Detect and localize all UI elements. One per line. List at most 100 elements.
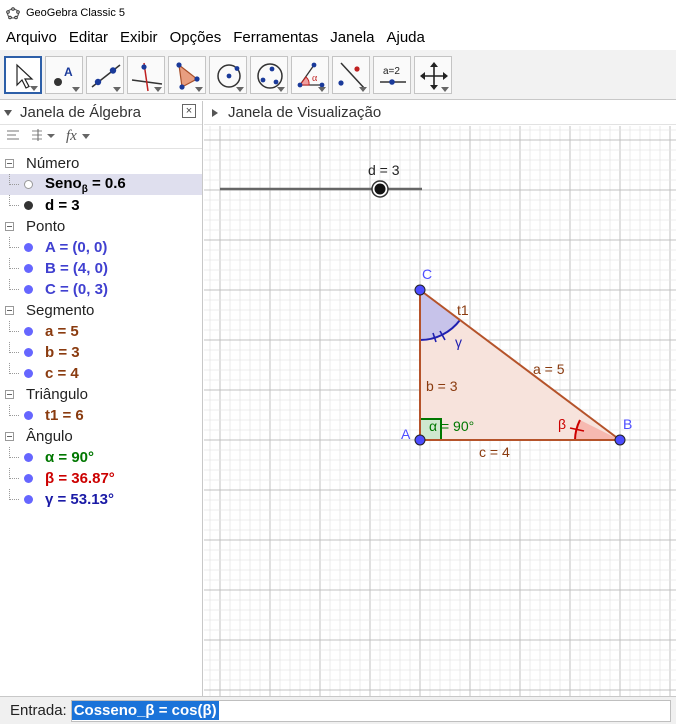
algebra-view-header: Janela de Álgebra × bbox=[0, 101, 202, 125]
algebra-item[interactable]: Senoβ = 0.6 bbox=[0, 174, 202, 195]
toolbar: A α a=2 bbox=[0, 50, 676, 100]
algebra-item-value: γ = 53.13° bbox=[45, 491, 114, 508]
point-b[interactable] bbox=[614, 434, 626, 446]
algebra-item-value: a = 5 bbox=[45, 323, 79, 340]
category-segmento[interactable]: Segmento bbox=[0, 300, 202, 321]
title-bar: GeoGebra Classic 5 bbox=[0, 0, 676, 26]
visibility-toggle-icon[interactable] bbox=[24, 474, 33, 483]
algebra-item[interactable]: α = 90° bbox=[0, 447, 202, 468]
algebra-item-value: A = (0, 0) bbox=[45, 239, 108, 256]
algebra-item[interactable]: B = (4, 0) bbox=[0, 258, 202, 279]
category-numero[interactable]: Número bbox=[0, 153, 202, 174]
tool-dropdown-icon bbox=[318, 86, 326, 92]
algebra-item[interactable]: c = 4 bbox=[0, 363, 202, 384]
item-rest: = 0.6 bbox=[87, 174, 126, 192]
tree-connector bbox=[9, 447, 19, 458]
polygon-tool-button[interactable] bbox=[168, 55, 206, 94]
visibility-toggle-icon[interactable] bbox=[24, 348, 33, 357]
tool-dropdown-icon bbox=[30, 85, 38, 91]
graphics-view: Janela de Visualização d = 3 C A B t1 a … bbox=[204, 101, 676, 696]
slider-tool-button[interactable]: a=2 bbox=[373, 55, 411, 94]
move-tool-button[interactable] bbox=[4, 55, 42, 94]
algebra-item[interactable]: γ = 53.13° bbox=[0, 489, 202, 510]
category-triangulo[interactable]: Triângulo bbox=[0, 384, 202, 405]
visibility-toggle-icon[interactable] bbox=[24, 243, 33, 252]
visibility-toggle-icon[interactable] bbox=[24, 495, 33, 504]
category-ponto[interactable]: Ponto bbox=[0, 216, 202, 237]
label-triangle-t1: t1 bbox=[457, 302, 469, 318]
tree-connector bbox=[9, 237, 19, 248]
input-help-fx-icon[interactable]: fx bbox=[66, 128, 91, 145]
angle-tool-button[interactable]: α bbox=[291, 55, 329, 94]
visibility-toggle-icon[interactable] bbox=[24, 453, 33, 462]
fx-label: fx bbox=[66, 128, 77, 144]
category-angulo[interactable]: Ângulo bbox=[0, 426, 202, 447]
label-angle-beta: β bbox=[558, 416, 566, 432]
tool-dropdown-icon bbox=[195, 86, 203, 92]
input-bar: Entrada: Cosseno_β = cos(β) bbox=[0, 696, 676, 724]
reflect-tool-button[interactable] bbox=[332, 55, 370, 94]
collapse-minus-icon[interactable] bbox=[5, 390, 14, 399]
tool-dropdown-icon bbox=[441, 86, 449, 92]
menu-janela[interactable]: Janela bbox=[324, 27, 380, 49]
algebra-item[interactable]: b = 3 bbox=[0, 342, 202, 363]
tree-connector bbox=[9, 195, 19, 206]
algebra-view: Janela de Álgebra × fx Número Senoβ = 0.6… bbox=[0, 101, 203, 696]
algebra-item-value: Senoβ = 0.6 bbox=[45, 175, 126, 195]
svg-text:A: A bbox=[64, 65, 73, 79]
line-tool-button[interactable] bbox=[86, 55, 124, 94]
visibility-toggle-icon[interactable] bbox=[24, 285, 33, 294]
visibility-toggle-icon[interactable] bbox=[24, 264, 33, 273]
perpendicular-tool-button[interactable] bbox=[127, 55, 165, 94]
point-c[interactable] bbox=[414, 284, 426, 296]
algebra-view-title: Janela de Álgebra bbox=[20, 104, 141, 121]
visibility-toggle-icon[interactable] bbox=[24, 369, 33, 378]
menu-ajuda[interactable]: Ajuda bbox=[381, 27, 431, 49]
visibility-toggle-icon[interactable] bbox=[24, 411, 33, 420]
menu-exibir[interactable]: Exibir bbox=[114, 27, 164, 49]
menu-opcoes[interactable]: Opções bbox=[164, 27, 228, 49]
algebra-item[interactable]: C = (0, 3) bbox=[0, 279, 202, 300]
slider-tool-label: a=2 bbox=[383, 66, 400, 77]
menu-editar[interactable]: Editar bbox=[63, 27, 114, 49]
visibility-toggle-icon[interactable] bbox=[24, 180, 33, 189]
point-tool-button[interactable]: A bbox=[45, 55, 83, 94]
input-field[interactable]: Cosseno_β = cos(β) bbox=[70, 699, 671, 722]
collapse-minus-icon[interactable] bbox=[5, 432, 14, 441]
input-selected-text[interactable]: Cosseno_β = cos(β) bbox=[71, 701, 219, 720]
circle-tool-button[interactable] bbox=[209, 55, 247, 94]
menu-arquivo[interactable]: Arquivo bbox=[0, 27, 63, 49]
collapse-minus-icon[interactable] bbox=[5, 306, 14, 315]
sort-by-icon[interactable] bbox=[30, 128, 56, 145]
algebra-item-value: C = (0, 3) bbox=[45, 281, 108, 298]
collapse-minus-icon[interactable] bbox=[5, 159, 14, 168]
close-icon[interactable]: × bbox=[182, 104, 196, 118]
input-label: Entrada: bbox=[10, 702, 67, 719]
point-a[interactable] bbox=[414, 434, 426, 446]
move-view-tool-button[interactable] bbox=[414, 55, 452, 94]
toggle-auxiliary-icon[interactable] bbox=[6, 128, 20, 145]
algebra-item-value: t1 = 6 bbox=[45, 407, 84, 424]
menu-ferramentas[interactable]: Ferramentas bbox=[227, 27, 324, 49]
expand-triangle-icon[interactable] bbox=[212, 108, 218, 117]
label-point-b: B bbox=[623, 416, 632, 432]
conic-tool-button[interactable] bbox=[250, 55, 288, 94]
tool-dropdown-icon bbox=[154, 86, 162, 92]
algebra-item[interactable]: t1 = 6 bbox=[0, 405, 202, 426]
graphics-canvas[interactable]: d = 3 C A B t1 a = 5 b = 3 c = 4 α = 90°… bbox=[204, 126, 676, 696]
algebra-item[interactable]: d = 3 bbox=[0, 195, 202, 216]
tree-connector bbox=[9, 174, 19, 185]
visibility-toggle-icon[interactable] bbox=[24, 327, 33, 336]
collapse-triangle-icon[interactable] bbox=[4, 109, 12, 116]
item-name: Seno bbox=[45, 174, 82, 192]
svg-text:α: α bbox=[312, 73, 318, 84]
algebra-item[interactable]: a = 5 bbox=[0, 321, 202, 342]
label-segment-a: a = 5 bbox=[533, 361, 565, 377]
collapse-minus-icon[interactable] bbox=[5, 222, 14, 231]
tree-connector bbox=[9, 405, 19, 416]
category-label: Ângulo bbox=[26, 428, 73, 445]
visibility-toggle-icon[interactable] bbox=[24, 201, 33, 210]
tree-connector bbox=[9, 321, 19, 332]
algebra-item[interactable]: A = (0, 0) bbox=[0, 237, 202, 258]
algebra-item[interactable]: β = 36.87° bbox=[0, 468, 202, 489]
